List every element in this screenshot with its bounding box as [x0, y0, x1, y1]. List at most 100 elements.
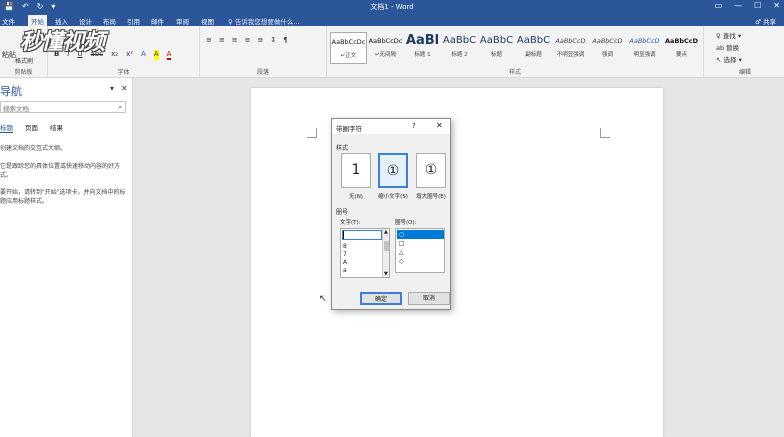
style-sample: AaBbCcD: [592, 37, 623, 45]
margin-mark-right: [600, 128, 610, 138]
format-painter-button[interactable]: 格式刷: [15, 56, 33, 65]
style-name: 标题: [490, 52, 502, 58]
enclosure-section-label: 圈号: [336, 209, 349, 216]
increase-indent-icon[interactable]: ≡: [258, 36, 264, 44]
scroll-up-icon[interactable]: ▲: [384, 229, 388, 235]
enclosure-option-diamond[interactable]: ◇: [397, 257, 444, 266]
nav-title: 导航: [0, 85, 22, 98]
enclosure-field-label: 圈号(O):: [395, 220, 417, 226]
text-list-scrollbar[interactable]: ▲ ▼: [382, 229, 389, 277]
style-item[interactable]: AaBbC 标题 2: [441, 32, 478, 64]
nav-tabs: 标题 页面 结果: [0, 122, 63, 133]
style-item[interactable]: AaBbC 标题: [478, 32, 515, 64]
tab-file[interactable]: 文件: [2, 16, 15, 26]
superscript-button[interactable]: x²: [126, 50, 133, 60]
text-option[interactable]: a: [343, 267, 347, 274]
tab-layout[interactable]: 布局: [103, 16, 116, 26]
style-sample: AaBbC: [442, 35, 477, 46]
vertical-scrollbar[interactable]: [776, 78, 784, 437]
text-effects-button[interactable]: A: [141, 50, 146, 60]
decrease-indent-icon[interactable]: ≡: [245, 36, 251, 44]
ok-button[interactable]: 确定: [360, 292, 402, 305]
style-item[interactable]: AaBbCcD 明显强调: [626, 32, 663, 64]
style-item[interactable]: AaBbCcD 强调: [589, 32, 626, 64]
sort-icon[interactable]: ↕: [270, 36, 276, 44]
tab-references[interactable]: 引用: [127, 16, 140, 26]
style-sample: AaBbCcDc: [331, 38, 366, 46]
scroll-thumb[interactable]: [384, 241, 389, 251]
style-item[interactable]: AaBbCcD 不明显强调: [552, 32, 589, 64]
share-button[interactable]: ♂ 共享: [755, 16, 776, 26]
nav-search-input[interactable]: 搜索文档 ⌕: [0, 101, 126, 113]
tell-me-search[interactable]: ♀ 告诉我您想要做什么...: [228, 16, 300, 26]
paste-button[interactable]: 粘贴: [2, 50, 16, 60]
bullets-icon[interactable]: ≡: [206, 36, 212, 44]
replace-button[interactable]: ab 替换: [716, 42, 739, 52]
style-none-button[interactable]: 1: [341, 153, 371, 188]
nav-tab-pages[interactable]: 页面: [25, 122, 38, 133]
enclosure-option-triangle[interactable]: △: [397, 248, 444, 257]
style-section-label: 样式: [336, 145, 349, 152]
enclosure-option-square[interactable]: □: [397, 239, 444, 248]
subscript-button[interactable]: x₂: [111, 50, 118, 60]
style-name: ↵正文: [340, 53, 357, 59]
maximize-button[interactable]: ☐: [754, 1, 761, 10]
ribbon-tabs: 文件 开始 插入 设计 布局 引用 邮件 审阅 视图 ♀ 告诉我您想要做什么..…: [0, 14, 784, 26]
show-marks-icon[interactable]: ¶: [283, 36, 287, 44]
document-page[interactable]: [251, 88, 663, 437]
style-item[interactable]: AaBl 标题 1: [404, 32, 441, 64]
numbering-icon[interactable]: ≡: [219, 36, 225, 44]
minimize-button[interactable]: —: [734, 1, 742, 10]
nav-hint-1: 创建文档的交互式大纲。: [0, 145, 67, 152]
clipboard-group-label: 剪贴板: [14, 69, 33, 76]
style-sample: AaBbC: [479, 35, 514, 46]
nav-tab-results[interactable]: 结果: [50, 122, 63, 133]
text-option[interactable]: 8: [343, 243, 347, 250]
tab-mailings[interactable]: 邮件: [151, 16, 164, 26]
styles-group-label: 样式: [508, 69, 521, 76]
style-item[interactable]: AaBbCcD 要点: [663, 32, 700, 64]
window-title: 文档1 - Word: [370, 3, 414, 11]
highlight-button[interactable]: A: [153, 50, 159, 60]
tab-review[interactable]: 审阅: [176, 16, 189, 26]
style-item[interactable]: AaBbCcDc ↵正文: [330, 32, 367, 64]
font-group-label: 字体: [117, 69, 130, 76]
tab-view[interactable]: 视图: [201, 16, 214, 26]
navigation-pane: 导航 ▾ ✕ 搜索文档 ⌕ 标题 页面 结果 创建文档的交互式大纲。 它是跟踪您…: [0, 78, 133, 437]
dialog-close-icon[interactable]: ✕: [436, 121, 443, 130]
enclosure-option-circle[interactable]: ○: [397, 230, 444, 239]
style-sample: AaBbCcDc: [368, 37, 403, 45]
style-item[interactable]: AaBbCcDc ↵无间隔: [367, 32, 404, 64]
multilevel-list-icon[interactable]: ≡: [232, 36, 238, 44]
help-icon[interactable]: ?: [412, 122, 416, 130]
mouse-pointer-icon: ↖: [319, 294, 327, 304]
enclosure-list[interactable]: ○ □ △ ◇: [395, 228, 445, 273]
style-name: ↵无间隔: [374, 52, 397, 58]
font-color-button[interactable]: A: [166, 50, 172, 60]
style-name: 不明显强调: [556, 52, 585, 58]
style-name: 标题 2: [451, 52, 468, 58]
window-controls: ▭ — ☐ ✕: [715, 1, 780, 10]
search-icon[interactable]: ⌕: [118, 103, 122, 112]
text-option[interactable]: A: [343, 259, 347, 266]
ribbon-display-icon[interactable]: ▭: [715, 1, 723, 10]
style-sample: AaBbCcD: [629, 37, 660, 45]
text-option[interactable]: 7: [343, 251, 347, 258]
style-item[interactable]: AaBbC 副标题: [515, 32, 552, 64]
enclose-characters-dialog: 带圈字符 ? ✕ 样式 1 ① ① 无(N) 缩小文字(S) 增大圈号(E) 圈…: [331, 118, 451, 310]
style-shrink-text-button[interactable]: ①: [378, 153, 408, 188]
scroll-down-icon[interactable]: ▼: [384, 271, 388, 277]
text-list[interactable]: 8 7 A a ▲ ▼: [340, 228, 390, 278]
nav-options-icon[interactable]: ▾: [110, 84, 114, 93]
find-button[interactable]: ♀ 查找 ▾: [716, 30, 741, 40]
editing-group-label: 编辑: [738, 69, 751, 76]
style-enlarge-symbol-button[interactable]: ①: [416, 153, 446, 188]
cancel-button[interactable]: 取消: [408, 292, 450, 305]
text-input[interactable]: [342, 230, 382, 240]
select-button[interactable]: ↖ 选择 ▾: [716, 54, 742, 64]
style-shrink-label: 缩小文字(S): [378, 194, 408, 200]
close-button[interactable]: ✕: [773, 1, 780, 10]
nav-close-icon[interactable]: ✕: [121, 84, 128, 93]
nav-tab-headings[interactable]: 标题: [0, 122, 13, 133]
style-name: 强调: [601, 52, 613, 58]
